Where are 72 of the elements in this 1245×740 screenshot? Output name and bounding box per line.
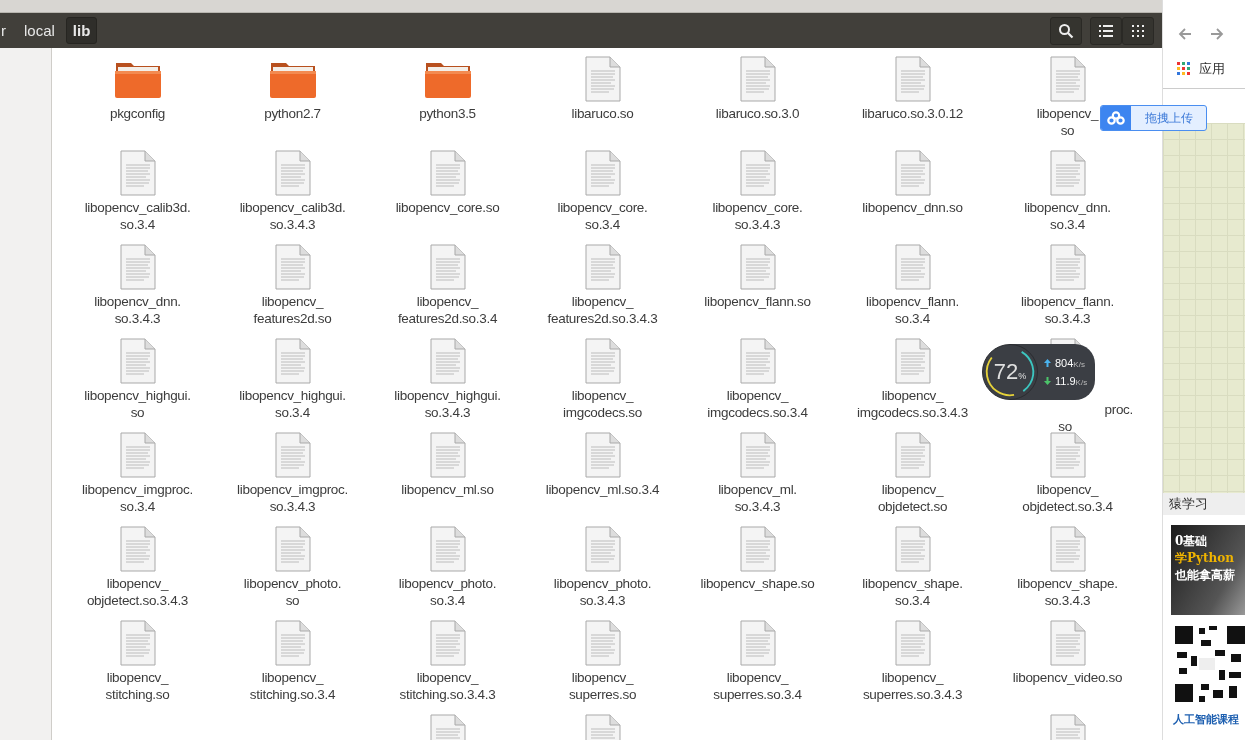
search-button[interactable] <box>1050 16 1082 45</box>
file-name[interactable]: libopencv_imgproc. so.3.4.3 <box>237 481 348 515</box>
up-arrow-icon <box>1044 359 1051 367</box>
forward-icon[interactable] <box>1209 26 1225 42</box>
file-name[interactable]: libopencv_highgui. so <box>84 387 191 421</box>
file-name[interactable]: libopencv_ objdetect.so.3.4.3 <box>86 575 189 609</box>
file-name[interactable]: libopencv_highgui. so.3.4 <box>239 387 346 421</box>
ad-banner[interactable]: 0基础 学Python 也能拿高薪 <box>1171 525 1245 615</box>
file-name[interactable]: libopencv_dnn.so <box>862 199 963 216</box>
path-button[interactable]: lib <box>65 17 98 44</box>
file-name[interactable]: libopencv_video.so <box>1012 669 1123 686</box>
down-arrow-icon <box>1044 377 1051 385</box>
file-name[interactable]: proc. so <box>1058 401 1133 435</box>
file-name[interactable]: libopencv_ stitching.so.3.4.3 <box>399 669 496 703</box>
upload-button[interactable]: 拖拽上传 <box>1100 105 1207 131</box>
course-title[interactable]: 人工智能课程 <box>1173 712 1245 727</box>
file-name[interactable]: libopencv_core. so.3.4 <box>557 199 648 233</box>
file-name[interactable]: python2.7 <box>264 105 321 122</box>
file-name[interactable]: libopencv_ imgcodecs.so.3.4.3 <box>857 387 968 421</box>
file-name[interactable]: libaruco.so.3.0.12 <box>861 105 964 122</box>
grid-view-button[interactable] <box>1122 16 1154 45</box>
grid-icon <box>1132 24 1144 37</box>
file-name[interactable]: libopencv_dnn. so.3.4.3 <box>94 293 181 327</box>
search-icon <box>1058 22 1074 39</box>
file-name[interactable]: libopencv_shape. so.3.4 <box>862 575 963 609</box>
bookmark-link[interactable]: 应用 <box>1199 60 1225 78</box>
apps-icon[interactable] <box>1177 62 1191 76</box>
file-name[interactable]: libopencv_core.so <box>395 199 500 216</box>
file-name[interactable]: libopencv_highgui. so.3.4.3 <box>394 387 501 421</box>
file-name[interactable]: python3.5 <box>419 105 476 122</box>
file-name[interactable]: libopencv_imgproc. so.3.4 <box>82 481 193 515</box>
file-name[interactable]: libopencv_flann. so.3.4.3 <box>1021 293 1114 327</box>
file-name[interactable]: libopencv_ml. so.3.4.3 <box>718 481 797 515</box>
back-icon[interactable] <box>1177 26 1193 42</box>
file-name[interactable]: libopencv_ superres.so.3.4.3 <box>862 669 963 703</box>
file-name[interactable]: libopencv_photo. so <box>243 575 342 609</box>
file-name[interactable]: libaruco.so <box>571 105 634 122</box>
file-name[interactable]: libopencv_shape. so.3.4.3 <box>1017 575 1118 609</box>
list-icon <box>1099 24 1113 37</box>
file-name[interactable]: libopencv_ so <box>1036 105 1099 139</box>
file-name[interactable]: libopencv_ features2d.so.3.4.3 <box>547 293 658 327</box>
file-name[interactable]: libopencv_photo. so.3.4.3 <box>553 575 652 609</box>
file-name[interactable]: libopencv_shape.so <box>700 575 815 592</box>
file-name[interactable]: libopencv_ superres.so <box>568 669 637 703</box>
file-name[interactable]: libopencv_ stitching.so.3.4 <box>249 669 336 703</box>
file-name[interactable]: libopencv_dnn. so.3.4 <box>1024 199 1111 233</box>
file-name[interactable]: libopencv_ml.so <box>401 481 494 498</box>
file-name[interactable]: libopencv_ imgcodecs.so <box>563 387 642 421</box>
file-name[interactable]: libopencv_ objdetect.so <box>877 481 948 515</box>
file-name[interactable]: libopencv_flann.so <box>704 293 811 310</box>
file-name[interactable]: libopencv_ superres.so.3.4 <box>713 669 802 703</box>
file-name[interactable]: libopencv_ objdetect.so.3.4 <box>1022 481 1113 515</box>
file-name[interactable]: pkgconfig <box>109 105 166 122</box>
cloud-icon <box>1107 111 1125 125</box>
file-name[interactable]: libopencv_photo. so.3.4 <box>398 575 497 609</box>
path-button[interactable]: local <box>17 17 62 44</box>
file-name[interactable]: libopencv_ml.so.3.4 <box>545 481 660 498</box>
file-name[interactable]: libopencv_ imgcodecs.so.3.4 <box>707 387 808 421</box>
file-name[interactable]: libaruco.so.3.0 <box>715 105 800 122</box>
file-name[interactable]: libopencv_calib3d. so.3.4 <box>84 199 191 233</box>
file-name[interactable]: libopencv_ features2d.so.3.4 <box>397 293 498 327</box>
upload-speed: 804K/s <box>1055 357 1085 369</box>
file-name[interactable]: libopencv_flann. so.3.4 <box>866 293 959 327</box>
section-title: 猿学习 <box>1163 493 1245 515</box>
file-name[interactable]: libopencv_core. so.3.4.3 <box>712 199 803 233</box>
list-view-button[interactable] <box>1090 16 1122 45</box>
download-speed: 11.9K/s <box>1055 375 1088 387</box>
file-name[interactable]: libopencv_ features2d.so <box>253 293 332 327</box>
file-name[interactable]: libopencv_calib3d. so.3.4.3 <box>239 199 346 233</box>
usage-dial: 72% <box>982 344 1038 400</box>
file-name[interactable]: libopencv_ stitching.so <box>105 669 170 703</box>
path-button[interactable]: r <box>0 17 13 44</box>
